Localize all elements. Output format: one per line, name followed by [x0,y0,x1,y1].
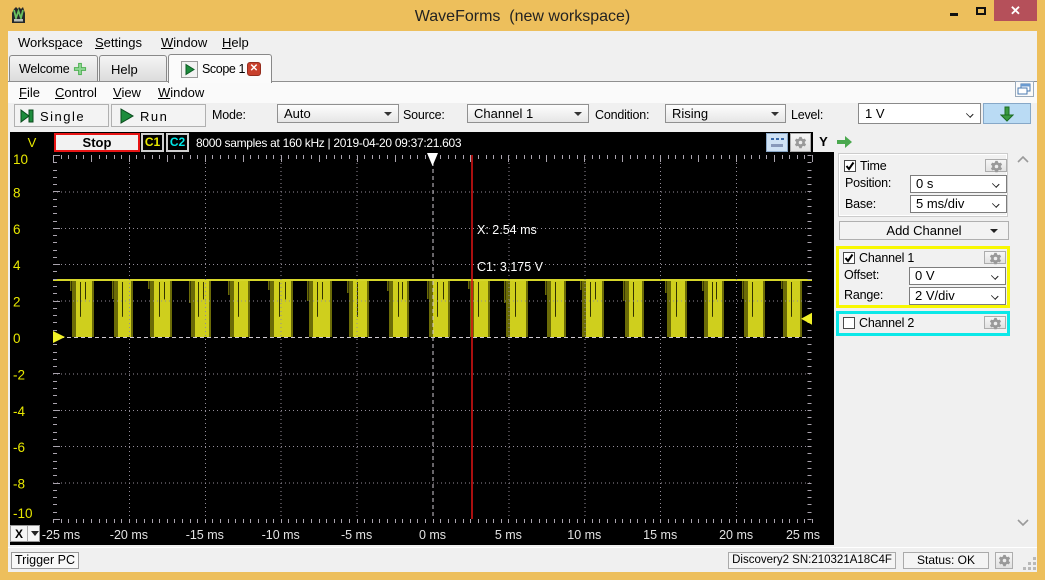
svg-text:X: 2.54 ms: X: 2.54 ms [477,223,537,237]
svg-text:8: 8 [13,185,21,200]
svg-text:-6: -6 [13,440,25,455]
svg-text:-25 ms: -25 ms [42,528,80,542]
svg-text:-15 ms: -15 ms [186,528,224,542]
svg-text:C1: 3.175 V: C1: 3.175 V [477,260,544,274]
svg-text:-2: -2 [13,367,25,382]
svg-text:-4: -4 [13,404,25,419]
svg-text:25 ms: 25 ms [786,528,820,542]
svg-text:4: 4 [13,258,21,273]
svg-text:-8: -8 [13,477,25,492]
svg-text:2: 2 [13,295,21,310]
svg-text:10: 10 [13,152,28,167]
svg-text:-10: -10 [13,506,33,521]
svg-text:0: 0 [13,331,21,346]
svg-text:5 ms: 5 ms [495,528,522,542]
svg-text:-20 ms: -20 ms [110,528,148,542]
svg-text:10 ms: 10 ms [567,528,601,542]
svg-text:20 ms: 20 ms [719,528,753,542]
svg-text:-5 ms: -5 ms [341,528,372,542]
svg-text:-10 ms: -10 ms [262,528,300,542]
svg-text:0 ms: 0 ms [419,528,446,542]
svg-text:15 ms: 15 ms [643,528,677,542]
svg-text:6: 6 [13,222,21,237]
